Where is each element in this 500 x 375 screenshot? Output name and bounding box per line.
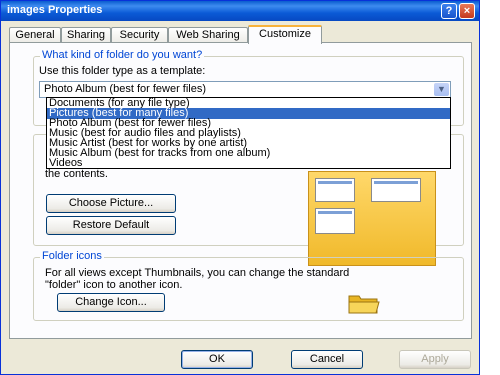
folder-type-dropdown-list: Documents (for any file type) Pictures (…: [46, 97, 451, 169]
folder-icon: [348, 295, 380, 314]
folder-icons-description-line1: For all views except Thumbnails, you can…: [45, 267, 350, 279]
properties-dialog: images Properties ? × General Sharing Se…: [0, 0, 480, 375]
chevron-down-icon[interactable]: ▼: [434, 83, 449, 96]
folder-type-select[interactable]: Photo Album (best for fewer files) ▼: [39, 81, 451, 98]
apply-button[interactable]: Apply: [399, 350, 471, 369]
tab-web-sharing[interactable]: Web Sharing: [168, 27, 248, 43]
close-button[interactable]: ×: [459, 3, 475, 19]
template-label: Use this folder type as a template:: [39, 65, 206, 77]
tab-sharing[interactable]: Sharing: [61, 27, 111, 43]
help-button[interactable]: ?: [441, 3, 457, 19]
folder-preview-thumbnail: [308, 171, 436, 266]
title-bar[interactable]: images Properties ? ×: [1, 1, 479, 21]
dropdown-option[interactable]: Videos: [47, 158, 450, 169]
tab-customize[interactable]: Customize: [248, 25, 322, 44]
tab-general[interactable]: General: [9, 27, 61, 43]
ok-button[interactable]: OK: [181, 350, 253, 369]
folder-icons-description-line2: "folder" icon to another icon.: [45, 279, 183, 291]
folder-type-select-value: Photo Album (best for fewer files): [44, 83, 207, 95]
preview-image: [315, 208, 355, 234]
change-icon-button[interactable]: Change Icon...: [57, 293, 165, 312]
cancel-button[interactable]: Cancel: [291, 350, 363, 369]
preview-image: [315, 178, 355, 202]
folder-type-group-title: What kind of folder do you want?: [40, 49, 205, 61]
restore-default-button[interactable]: Restore Default: [46, 216, 176, 235]
choose-picture-button[interactable]: Choose Picture...: [46, 194, 176, 213]
window-title: images Properties: [7, 4, 103, 16]
tab-security[interactable]: Security: [111, 27, 168, 43]
folder-icons-group-title: Folder icons: [40, 250, 104, 262]
folder-pictures-description: the contents.: [45, 168, 108, 180]
preview-image: [371, 178, 421, 202]
